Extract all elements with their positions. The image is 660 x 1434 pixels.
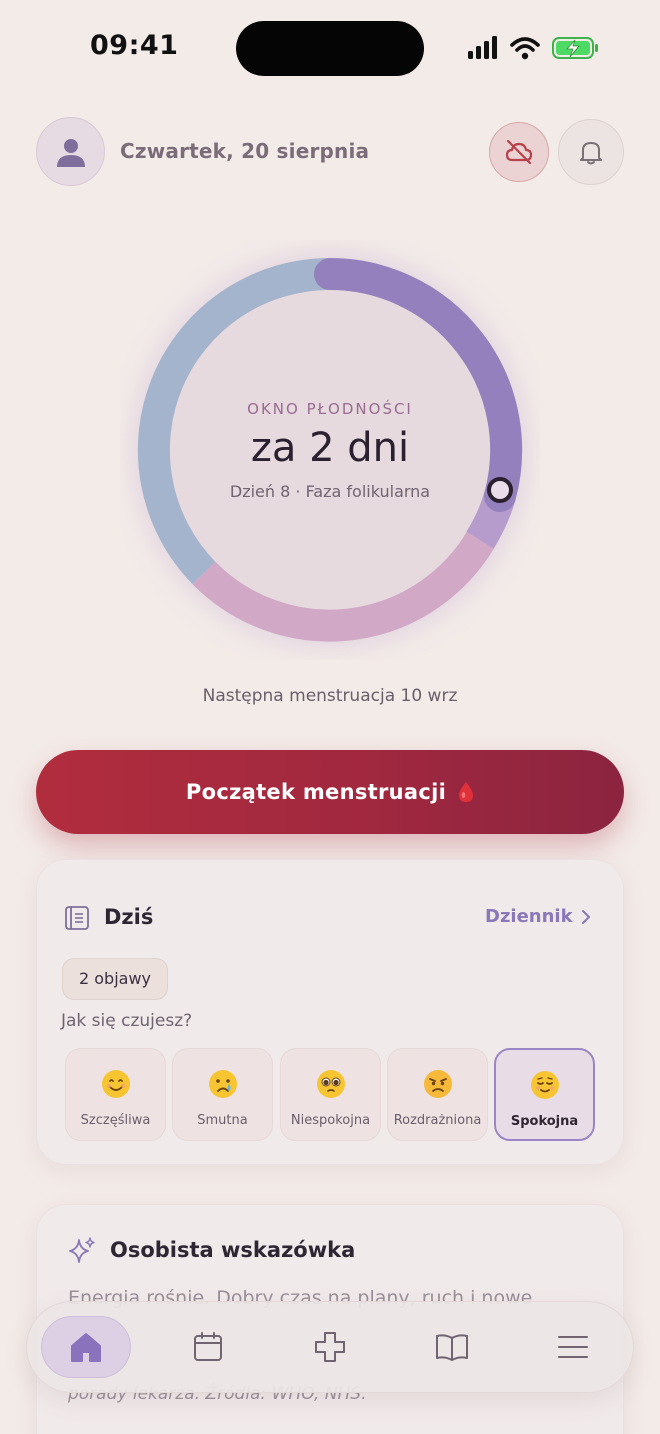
journal-icon bbox=[65, 906, 89, 930]
angry-face-icon bbox=[423, 1070, 452, 1098]
status-time: 09:41 bbox=[90, 30, 179, 61]
next-period-text: Następna menstruacja 10 wrz bbox=[202, 686, 458, 706]
cycle-day-marker bbox=[487, 477, 513, 503]
symptoms-chip[interactable]: 2 objawy bbox=[62, 958, 169, 1000]
pleading-face-icon bbox=[316, 1070, 345, 1098]
smiling-face-icon bbox=[101, 1070, 130, 1098]
sync-status-button[interactable] bbox=[489, 122, 549, 182]
user-icon bbox=[56, 138, 85, 167]
today-date: Czwartek, 20 sierpnia bbox=[120, 139, 370, 163]
nav-menu[interactable] bbox=[528, 1316, 618, 1378]
cloud-off-icon bbox=[505, 139, 533, 165]
calendar-icon bbox=[194, 1332, 222, 1361]
mood-label: Rozdrażniona bbox=[393, 1113, 482, 1128]
mood-calm[interactable]: Spokojna bbox=[494, 1048, 595, 1141]
book-icon bbox=[436, 1334, 468, 1361]
nav-library[interactable] bbox=[407, 1316, 497, 1378]
profile-avatar-button[interactable] bbox=[36, 117, 105, 186]
sparkles-icon bbox=[69, 1237, 95, 1263]
personal-tip-title: Osobista wskazówka bbox=[110, 1238, 356, 1262]
nav-home[interactable] bbox=[41, 1316, 131, 1378]
today-title: Dziś bbox=[104, 905, 154, 929]
home-icon bbox=[71, 1333, 101, 1362]
mood-label: Szczęśliwa bbox=[80, 1113, 151, 1128]
mood-irritated[interactable]: Rozdrażniona bbox=[387, 1048, 488, 1141]
nav-calendar[interactable] bbox=[163, 1316, 253, 1378]
cycle-summary: OKNO PŁODNOŚCI za 2 dni Dzień 8 · Faza f… bbox=[170, 290, 490, 610]
fertility-countdown: za 2 dni bbox=[250, 425, 410, 471]
cycle-day-phase: Dzień 8 · Faza folikularna bbox=[229, 482, 431, 501]
crying-face-icon bbox=[208, 1070, 237, 1098]
status-icons bbox=[466, 34, 601, 62]
start-period-button[interactable]: Początek menstruacji bbox=[36, 750, 624, 834]
relieved-face-icon bbox=[530, 1071, 559, 1099]
menu-icon bbox=[558, 1336, 588, 1358]
blood-drop-icon bbox=[459, 782, 474, 802]
bell-icon bbox=[580, 142, 602, 165]
mood-label: Smutna bbox=[197, 1113, 248, 1128]
mood-sad[interactable]: Smutna bbox=[172, 1048, 273, 1141]
plus-cross-icon bbox=[315, 1332, 345, 1362]
mood-anxious[interactable]: Niespokojna bbox=[280, 1048, 381, 1141]
dynamic-island bbox=[236, 21, 424, 76]
mood-happy[interactable]: Szczęśliwa bbox=[65, 1048, 166, 1141]
journal-link-label: Dziennik bbox=[485, 906, 573, 927]
mood-label: Spokojna bbox=[510, 1114, 579, 1129]
fertility-window-label: OKNO PŁODNOŚCI bbox=[247, 400, 413, 418]
battery-charging-icon bbox=[552, 37, 598, 59]
start-period-label: Początek menstruacji bbox=[185, 780, 447, 804]
nav-health[interactable] bbox=[285, 1316, 375, 1378]
feeling-question: Jak się czujesz? bbox=[61, 1011, 193, 1031]
mood-label: Niespokojna bbox=[290, 1113, 371, 1128]
journal-link[interactable]: Dziennik bbox=[485, 906, 591, 927]
notifications-button[interactable] bbox=[558, 119, 624, 185]
chevron-right-icon bbox=[581, 909, 590, 924]
wifi-icon bbox=[510, 37, 540, 60]
cellular-signal-icon bbox=[468, 36, 497, 59]
